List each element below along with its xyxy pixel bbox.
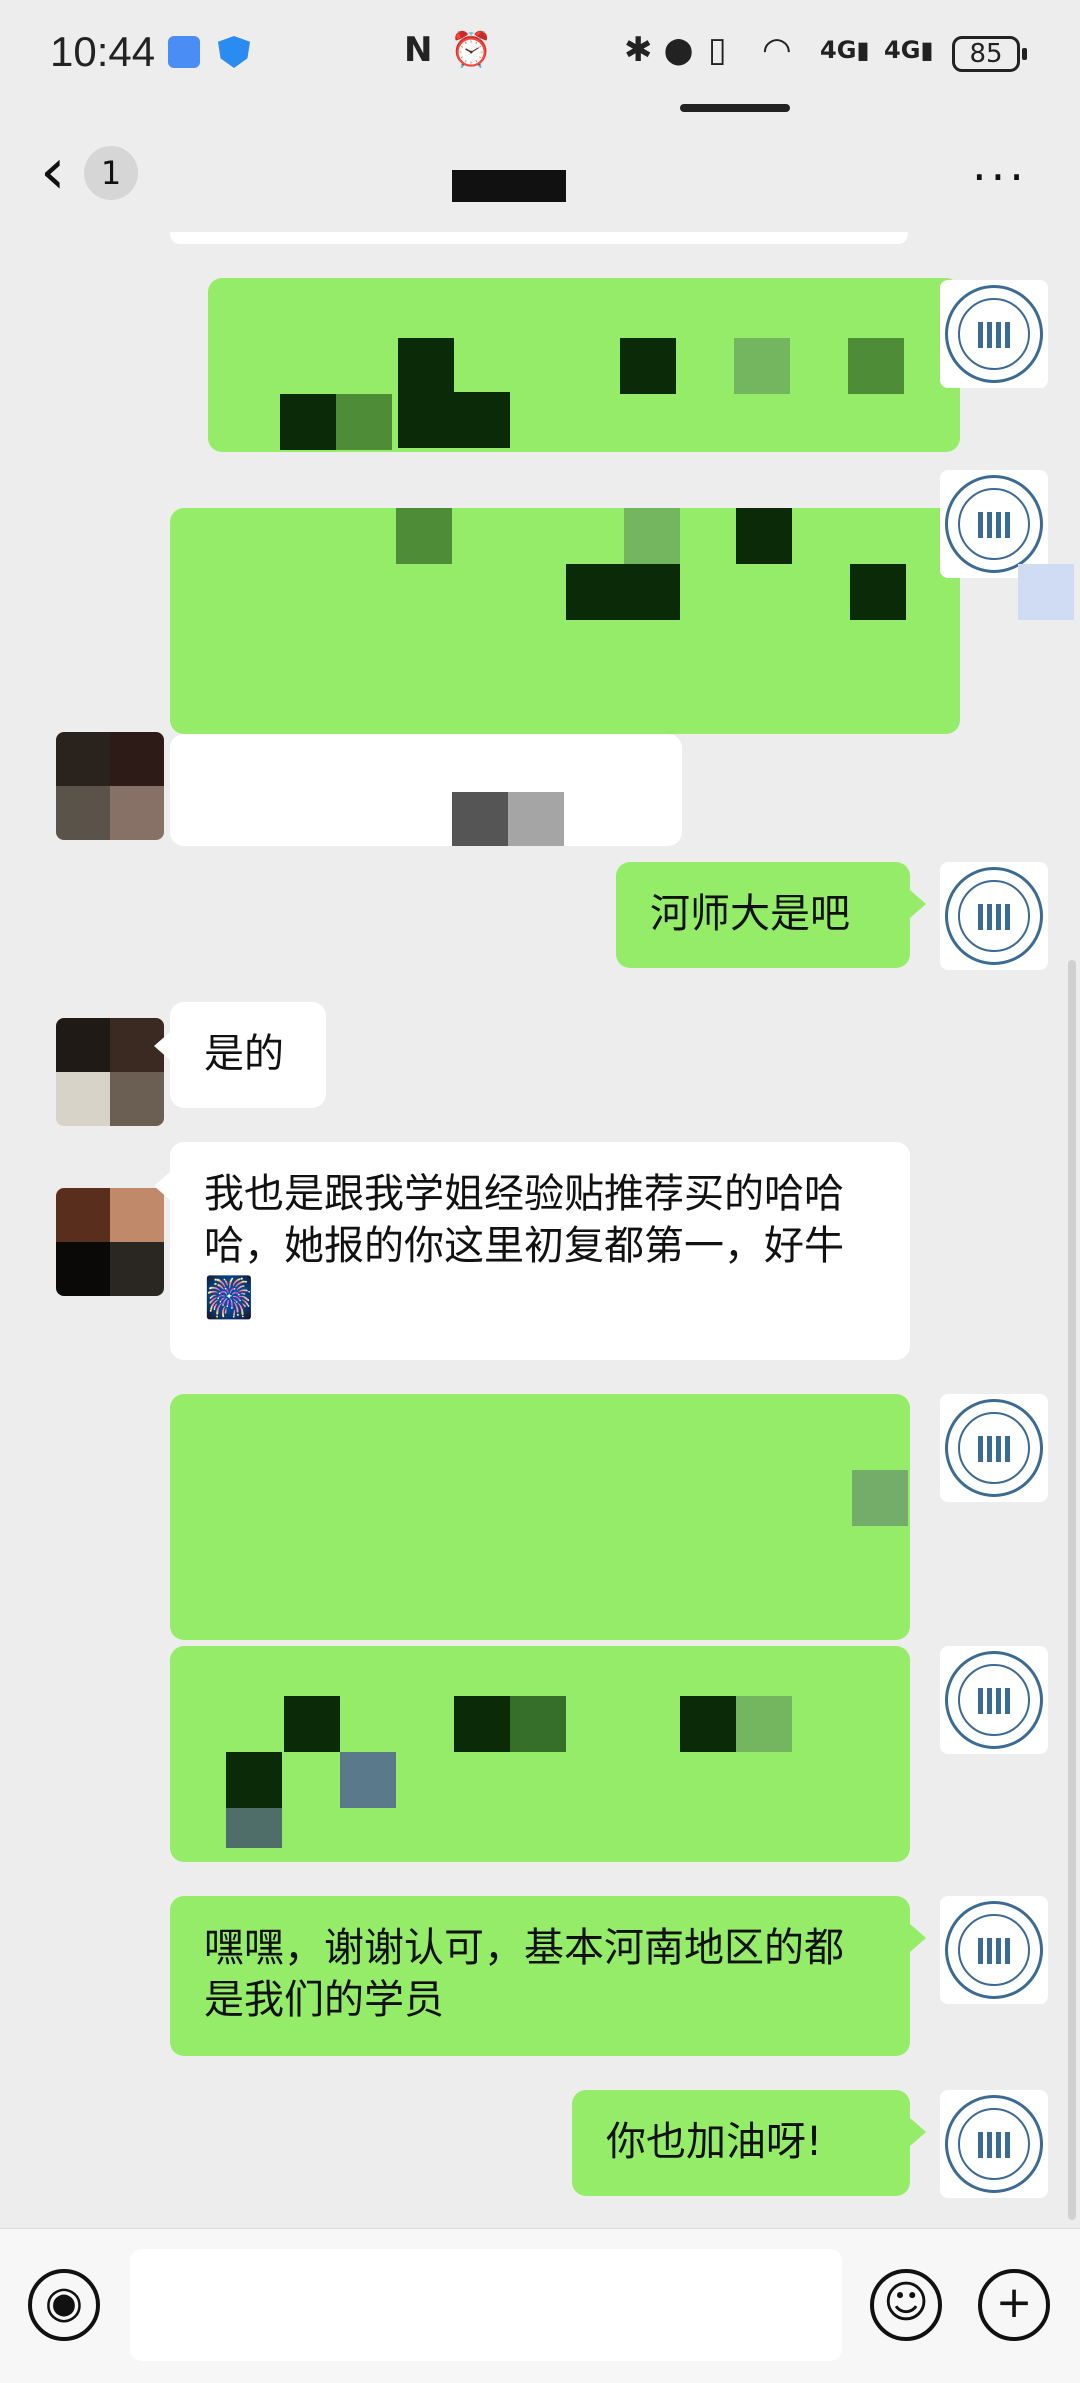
unread-badge[interactable]: 1 bbox=[84, 146, 138, 200]
message-text: 你也加油呀! bbox=[606, 2119, 823, 2165]
pixelated-region bbox=[1018, 564, 1074, 620]
emoji-icon[interactable]: ☺ bbox=[870, 2269, 942, 2341]
scrollbar[interactable] bbox=[1068, 960, 1076, 2220]
my-avatar[interactable] bbox=[940, 280, 1048, 388]
message-text: 河师大是吧 bbox=[650, 891, 850, 937]
message-bubble-redacted[interactable] bbox=[170, 508, 960, 734]
my-avatar[interactable] bbox=[940, 1646, 1048, 1754]
contact-avatar[interactable] bbox=[56, 732, 164, 840]
alarm-icon: ⏰ bbox=[450, 30, 493, 70]
voice-icon[interactable]: ◉ bbox=[28, 2269, 100, 2341]
message-input[interactable] bbox=[130, 2249, 842, 2361]
my-avatar[interactable] bbox=[940, 1896, 1048, 2004]
chat-header: ‹ 1 ··· bbox=[0, 120, 1080, 240]
camera-notch bbox=[680, 104, 790, 112]
my-avatar[interactable] bbox=[940, 2090, 1048, 2198]
my-avatar[interactable] bbox=[940, 470, 1048, 578]
message-bubble-redacted[interactable] bbox=[208, 278, 960, 452]
message-bubble-incoming[interactable]: 是的 bbox=[154, 1002, 326, 1108]
message-text: 是的 bbox=[204, 1031, 284, 1077]
add-icon[interactable]: + bbox=[978, 2269, 1050, 2341]
status-bar: 10:44 N ⏰ ✱ ⬤ ▯ ◠ 4G▮ 4G▮ 85 bbox=[0, 0, 1080, 112]
status-time: 10:44 bbox=[50, 28, 156, 75]
location-icon: ⬤ bbox=[664, 36, 694, 66]
message-text: 我也是跟我学姐经验贴推荐买的哈哈哈，她报的你这里初复都第一，好牛🎆 bbox=[204, 1171, 844, 1321]
bluetooth-icon: ✱ bbox=[624, 30, 653, 70]
battery-indicator: 85 bbox=[952, 36, 1027, 72]
signal-icon: 4G▮ bbox=[820, 36, 870, 64]
my-avatar[interactable] bbox=[940, 1394, 1048, 1502]
message-bubble-redacted bbox=[170, 232, 908, 244]
message-bubble-outgoing[interactable]: 嘿嘿，谢谢认可，基本河南地区的都是我们的学员 bbox=[170, 1896, 926, 2056]
message-bubble-redacted[interactable] bbox=[170, 1394, 910, 1640]
message-bubble-outgoing[interactable]: 河师大是吧 bbox=[616, 862, 926, 968]
input-bar: ◉ ☺ + bbox=[0, 2228, 1080, 2383]
more-icon[interactable]: ··· bbox=[972, 150, 1028, 204]
vibrate-icon: ▯ bbox=[708, 30, 727, 70]
signal-icon: 4G▮ bbox=[884, 36, 934, 64]
chat-title-redacted bbox=[452, 170, 566, 202]
message-bubble-incoming[interactable]: 我也是跟我学姐经验贴推荐买的哈哈哈，她报的你这里初复都第一，好牛🎆 bbox=[154, 1142, 910, 1360]
message-bubble-outgoing[interactable]: 你也加油呀! bbox=[572, 2090, 926, 2196]
shield-icon bbox=[218, 36, 250, 68]
my-avatar[interactable] bbox=[940, 862, 1048, 970]
calendar-icon bbox=[168, 36, 200, 68]
message-bubble-redacted[interactable] bbox=[170, 1646, 910, 1862]
message-bubble-redacted[interactable] bbox=[170, 734, 682, 846]
wifi-icon: ◠ bbox=[762, 30, 792, 70]
contact-avatar[interactable] bbox=[56, 1188, 164, 1296]
contact-avatar[interactable] bbox=[56, 1018, 164, 1126]
message-text: 嘿嘿，谢谢认可，基本河南地区的都是我们的学员 bbox=[204, 1925, 844, 2023]
nfc-icon: N bbox=[404, 30, 433, 70]
